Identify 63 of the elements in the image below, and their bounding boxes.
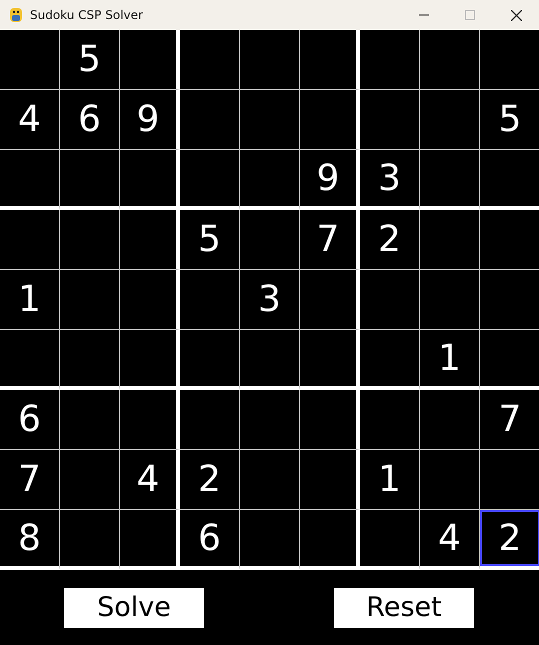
grid-cell[interactable]	[180, 150, 240, 210]
grid-cell[interactable]	[0, 150, 60, 210]
grid-cell[interactable]	[360, 510, 420, 570]
grid-cell[interactable]	[420, 450, 480, 510]
grid-cell[interactable]	[240, 90, 300, 150]
grid-cell[interactable]	[180, 30, 240, 90]
grid-cell[interactable]: 2	[180, 450, 240, 510]
grid-cell[interactable]	[180, 390, 240, 450]
grid-cell[interactable]	[420, 30, 480, 90]
grid-cell[interactable]	[60, 390, 120, 450]
grid-cell[interactable]	[0, 210, 60, 270]
grid-cell[interactable]: 2	[480, 510, 539, 570]
grid-cell[interactable]: 6	[180, 510, 240, 570]
grid-cell[interactable]: 7	[0, 450, 60, 510]
grid-cell[interactable]	[420, 270, 480, 330]
grid-cell[interactable]: 1	[0, 270, 60, 330]
grid-cell[interactable]	[180, 270, 240, 330]
grid-cell[interactable]	[240, 510, 300, 570]
grid-cell[interactable]: 4	[0, 90, 60, 150]
solve-button[interactable]: Solve	[64, 588, 204, 628]
grid-cell[interactable]: 6	[0, 390, 60, 450]
grid-cell[interactable]	[420, 90, 480, 150]
grid-cell[interactable]: 1	[360, 450, 420, 510]
grid-cell[interactable]	[240, 450, 300, 510]
grid-cell[interactable]	[240, 390, 300, 450]
grid-cell[interactable]: 7	[300, 210, 360, 270]
grid-cell[interactable]	[60, 510, 120, 570]
grid-cell[interactable]	[360, 330, 420, 390]
grid-cell[interactable]	[360, 90, 420, 150]
reset-button[interactable]: Reset	[334, 588, 474, 628]
window-title: Sudoku CSP Solver	[30, 8, 143, 22]
grid-cell[interactable]	[240, 210, 300, 270]
grid-cell[interactable]	[0, 30, 60, 90]
grid-cell[interactable]: 4	[120, 450, 180, 510]
grid-cell[interactable]	[60, 210, 120, 270]
grid-cell[interactable]	[360, 390, 420, 450]
grid-cell[interactable]: 6	[60, 90, 120, 150]
grid-cell[interactable]	[60, 330, 120, 390]
grid-cell[interactable]: 4	[420, 510, 480, 570]
grid-cell[interactable]	[180, 90, 240, 150]
grid-cell[interactable]	[420, 150, 480, 210]
grid-cell[interactable]	[60, 150, 120, 210]
grid-cell[interactable]: 9	[300, 150, 360, 210]
grid-cell[interactable]: 9	[120, 90, 180, 150]
grid-cell[interactable]	[0, 330, 60, 390]
grid-cell[interactable]	[420, 390, 480, 450]
grid-cell[interactable]: 5	[60, 30, 120, 90]
grid-cell[interactable]: 3	[360, 150, 420, 210]
grid-cell[interactable]	[180, 330, 240, 390]
close-icon[interactable]	[511, 10, 522, 20]
grid-cell[interactable]: 3	[240, 270, 300, 330]
grid-cell[interactable]: 2	[360, 210, 420, 270]
grid-cell[interactable]	[240, 30, 300, 90]
grid-cell[interactable]	[420, 210, 480, 270]
grid-cell[interactable]: 5	[180, 210, 240, 270]
grid-cell[interactable]: 1	[420, 330, 480, 390]
grid-cell[interactable]	[240, 150, 300, 210]
grid-cell[interactable]	[240, 330, 300, 390]
grid-cell[interactable]	[60, 270, 120, 330]
grid-cell[interactable]	[60, 450, 120, 510]
grid-cell[interactable]: 8	[0, 510, 60, 570]
grid-cell[interactable]	[360, 270, 420, 330]
grid-cell[interactable]	[360, 30, 420, 90]
